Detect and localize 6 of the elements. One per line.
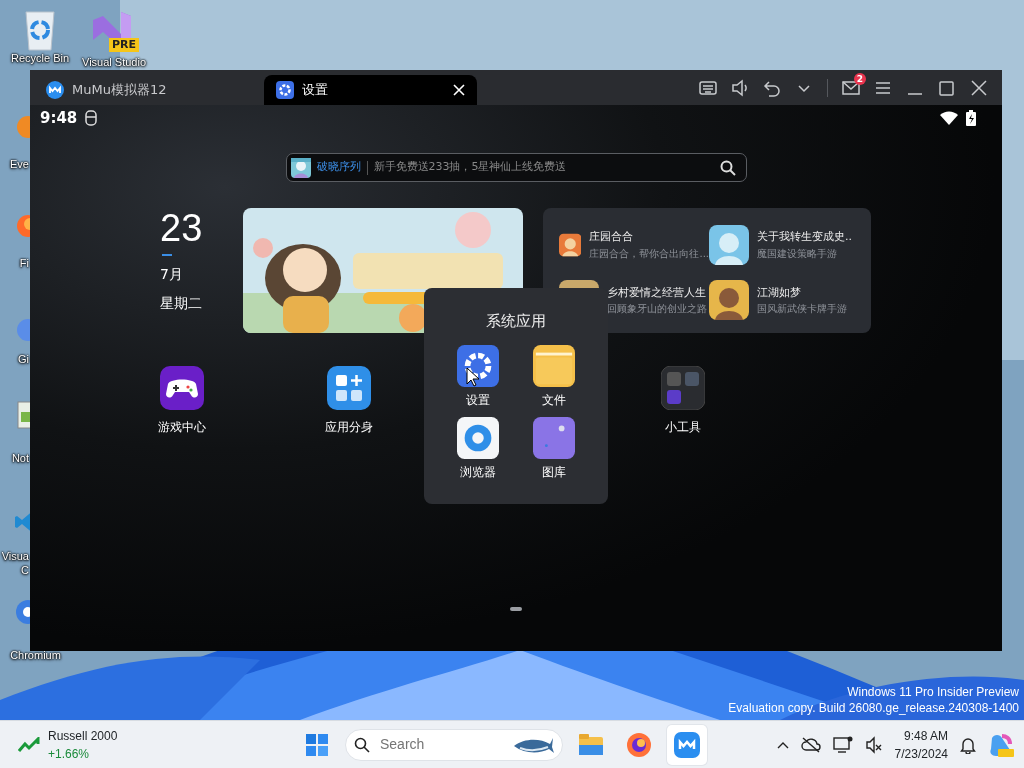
search-field[interactable]: Search bbox=[378, 733, 504, 756]
widget-title[interactable]: Russell 2000 bbox=[48, 726, 118, 745]
taskbar-time[interactable]: 9:48 AM bbox=[903, 726, 948, 745]
widget-change: +1.66% bbox=[48, 745, 91, 763]
search-bar[interactable]: Search bbox=[345, 728, 563, 761]
taskbar-date[interactable]: 7/23/2024 bbox=[894, 744, 948, 763]
